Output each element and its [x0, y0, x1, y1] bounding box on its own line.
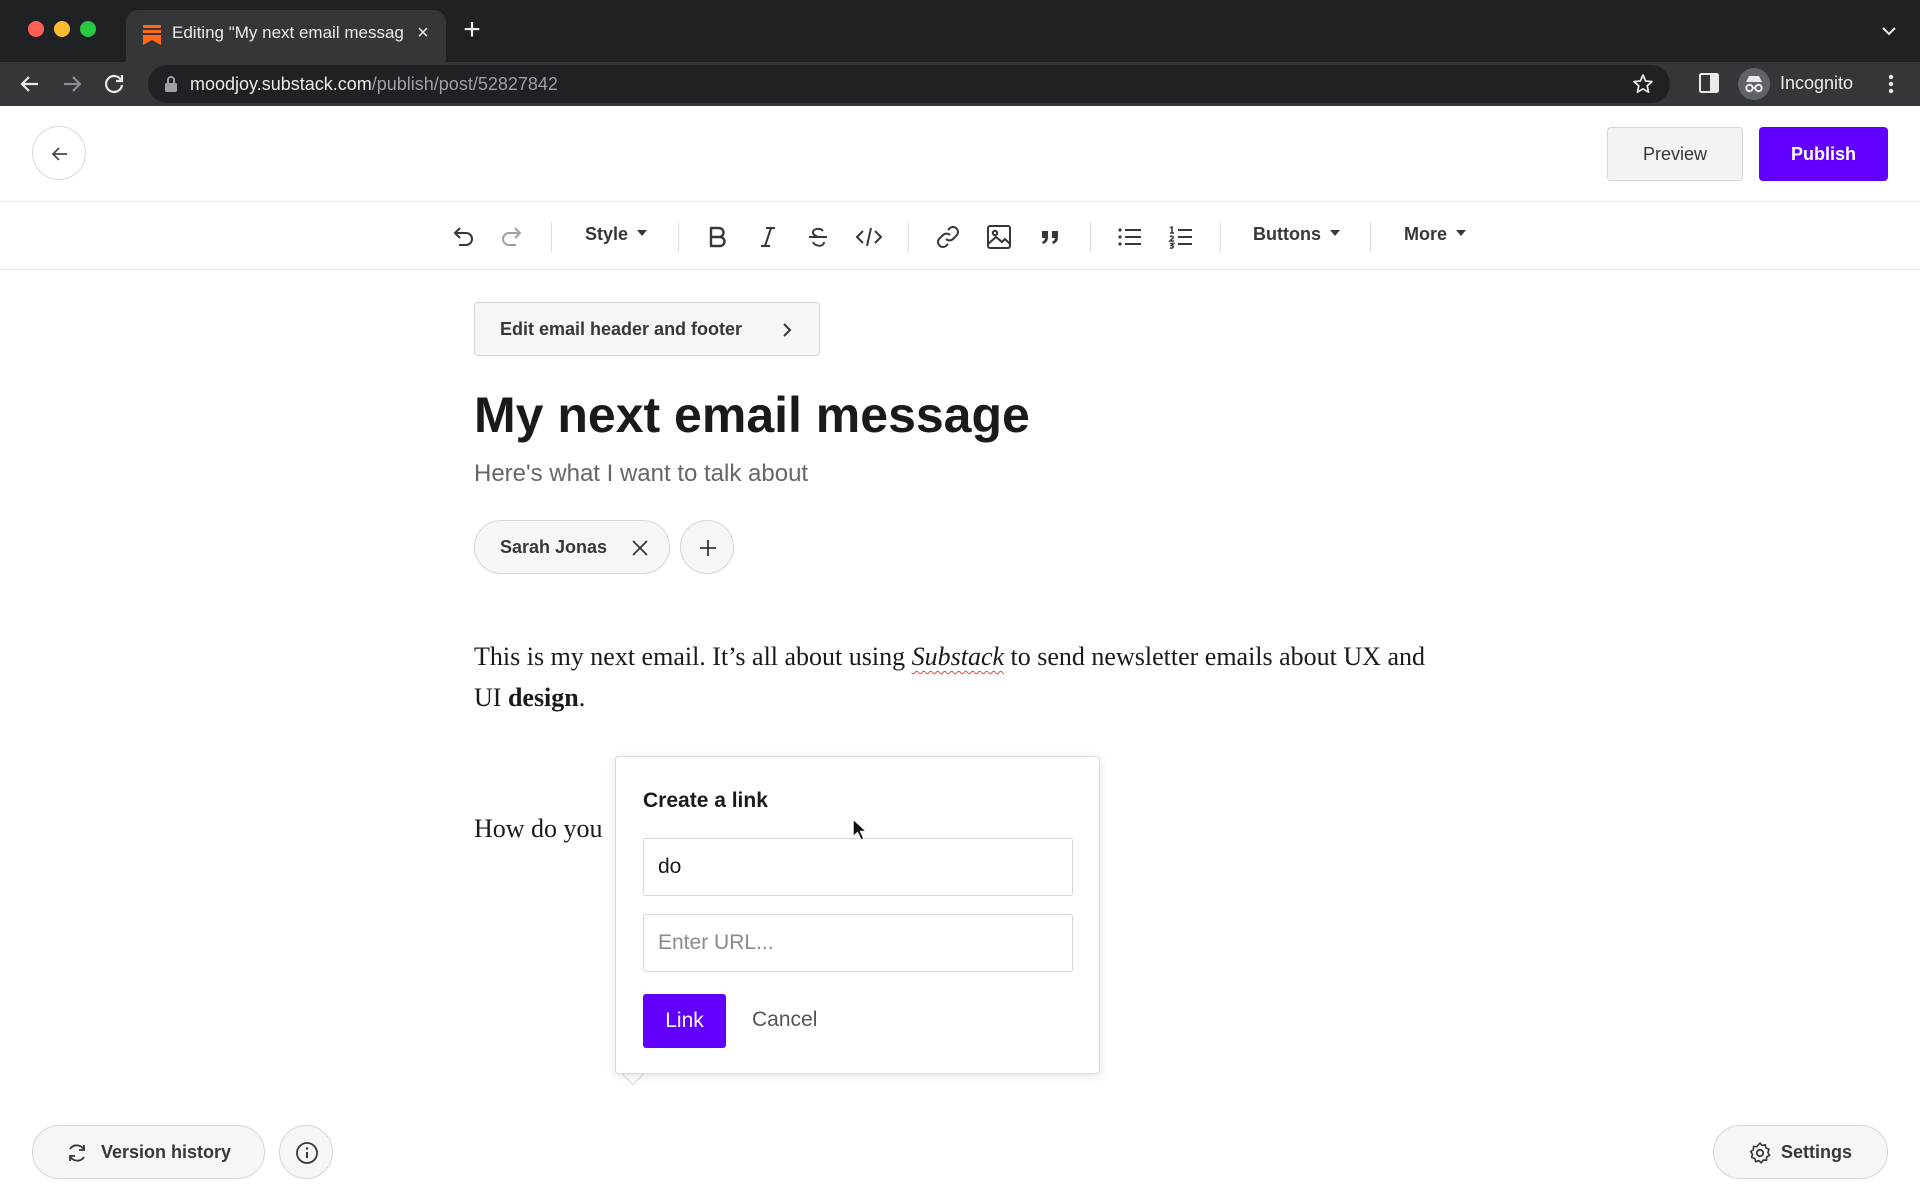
window-minimize-button[interactable]	[54, 21, 70, 37]
reload-icon[interactable]	[98, 68, 130, 100]
browser-tab-active[interactable]: Editing "My next email message" ×	[126, 10, 446, 62]
mouse-cursor-icon	[852, 818, 868, 841]
settings-label: Settings	[1781, 1142, 1853, 1162]
new-tab-button[interactable]: +	[458, 15, 486, 45]
post-subtitle[interactable]: Here's what I want to talk about	[474, 460, 808, 488]
tab-close-icon[interactable]: ×	[412, 22, 434, 44]
create-link-popover: Create a link Link Cancel	[615, 756, 1100, 1074]
caret-down-icon	[637, 230, 648, 237]
tab-search-chevron-icon[interactable]	[1878, 20, 1900, 42]
popover-heading: Create a link	[643, 789, 768, 812]
bold-icon[interactable]	[702, 222, 732, 252]
arrow-left-icon	[51, 147, 67, 161]
strikethrough-icon[interactable]	[803, 222, 833, 252]
back-button[interactable]	[32, 126, 86, 180]
image-icon[interactable]	[984, 222, 1014, 252]
substack-favicon-icon	[143, 25, 161, 45]
chevron-right-icon	[783, 323, 792, 337]
link-icon[interactable]	[933, 222, 963, 252]
toolbar-divider	[1370, 222, 1371, 252]
url-text: moodjoy.substack.com/publish/post/528278…	[190, 74, 558, 94]
edit-header-footer-button[interactable]: Edit email header and footer	[474, 302, 820, 356]
bullet-list-icon[interactable]	[1115, 222, 1145, 252]
plus-icon	[700, 540, 716, 556]
side-panel-icon[interactable]	[1698, 72, 1720, 94]
edit-header-footer-label: Edit email header and footer	[500, 319, 743, 339]
more-dropdown[interactable]: More	[1404, 224, 1467, 250]
misspelled-word: Substack	[911, 642, 1005, 671]
lock-icon	[165, 76, 177, 92]
info-button[interactable]	[279, 1125, 333, 1179]
star-icon[interactable]	[1632, 73, 1654, 95]
close-icon[interactable]	[630, 538, 650, 558]
cancel-button[interactable]: Cancel	[752, 1008, 817, 1032]
link-url-input[interactable]	[643, 914, 1073, 972]
toolbar-divider	[908, 222, 909, 252]
redo-icon[interactable]	[498, 222, 528, 252]
settings-button[interactable]: Settings	[1713, 1125, 1888, 1179]
post-title[interactable]: My next email message	[474, 386, 1030, 444]
publish-button[interactable]: Publish	[1759, 127, 1888, 181]
numbered-list-icon[interactable]	[1166, 222, 1196, 252]
preview-button[interactable]: Preview	[1607, 127, 1743, 181]
arrow-right-icon[interactable]	[56, 68, 88, 100]
style-dropdown[interactable]: Style	[585, 224, 648, 250]
code-icon[interactable]	[854, 222, 884, 252]
link-text-input[interactable]	[643, 838, 1073, 896]
author-name: Sarah Jonas	[500, 537, 608, 557]
undo-icon[interactable]	[447, 222, 477, 252]
browser-address-bar: moodjoy.substack.com/publish/post/528278…	[0, 62, 1920, 106]
kebab-icon[interactable]	[1880, 72, 1902, 96]
quote-icon[interactable]	[1035, 222, 1065, 252]
profile-label[interactable]: Incognito	[1780, 73, 1853, 94]
window-maximize-button[interactable]	[80, 21, 96, 37]
link-button[interactable]: Link	[643, 994, 726, 1048]
toolbar-divider	[1090, 222, 1091, 252]
caret-down-icon	[1456, 230, 1467, 237]
gear-icon	[1749, 1142, 1771, 1164]
toolbar-divider	[1220, 222, 1221, 252]
history-icon	[69, 1144, 85, 1162]
caret-down-icon	[1329, 230, 1340, 237]
buttons-dropdown[interactable]: Buttons	[1253, 224, 1340, 250]
info-icon	[296, 1142, 318, 1164]
browser-tab-bar: Editing "My next email message" × +	[0, 0, 1920, 62]
toolbar-divider	[551, 222, 552, 252]
italic-icon[interactable]	[753, 222, 783, 252]
author-chip[interactable]: Sarah Jonas	[474, 520, 670, 574]
incognito-icon[interactable]	[1738, 68, 1770, 100]
tab-title: Editing "My next email message"	[172, 23, 404, 42]
version-history-label: Version history	[101, 1142, 232, 1162]
formatting-toolbar: Style Buttons More	[0, 202, 1920, 270]
url-bar[interactable]: moodjoy.substack.com/publish/post/528278…	[148, 65, 1670, 103]
editor-header: Preview Publish	[0, 106, 1920, 202]
arrow-left-icon[interactable]	[14, 68, 46, 100]
add-author-button[interactable]	[680, 520, 734, 574]
version-history-button[interactable]: Version history	[32, 1125, 265, 1179]
window-close-button[interactable]	[28, 21, 44, 37]
toolbar-divider	[678, 222, 679, 252]
body-paragraph[interactable]: This is my next email. It’s all about us…	[474, 636, 1454, 718]
